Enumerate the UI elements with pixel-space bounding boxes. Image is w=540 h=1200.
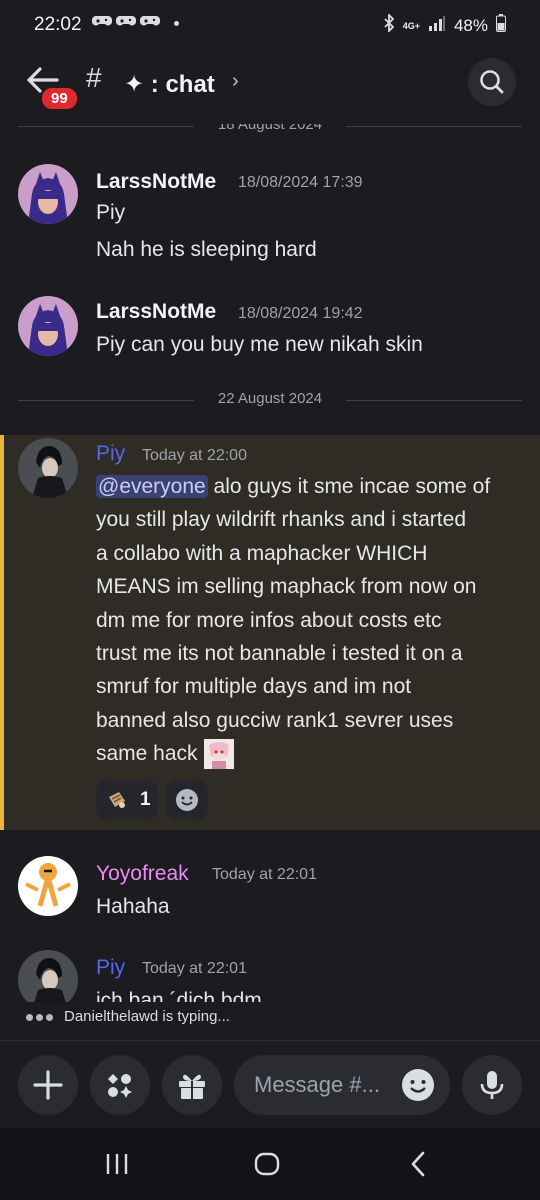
hash-icon: # <box>86 62 102 93</box>
avatar[interactable] <box>18 296 78 356</box>
message-author[interactable]: Yoyofreak <box>96 862 189 886</box>
mention-highlight-bar <box>0 435 4 830</box>
gift-button[interactable] <box>162 1055 222 1115</box>
game-controller-icon <box>92 14 112 33</box>
back-nav-icon[interactable] <box>404 1149 434 1179</box>
message-timestamp: 18/08/2024 17:39 <box>238 174 363 191</box>
home-icon[interactable] <box>252 1149 282 1179</box>
bluetooth-icon <box>383 12 395 37</box>
message-content: Piy Nah he is sleeping hard <box>96 201 317 262</box>
status-time: 22:02 <box>34 14 82 35</box>
message-author[interactable]: Piy <box>96 442 125 466</box>
channel-title[interactable]: ✦ : chat <box>124 70 215 99</box>
message-timestamp: Today at 22:00 <box>142 447 247 464</box>
emoji-icon[interactable] <box>400 1067 436 1103</box>
apps-button[interactable] <box>90 1055 150 1115</box>
typing-text: Danielthelawd is typing... <box>64 1008 230 1025</box>
system-status-icons: 4G+ 48% <box>383 12 506 37</box>
custom-emoji <box>203 738 234 769</box>
attach-button[interactable] <box>18 1055 78 1115</box>
message-input[interactable]: Message #... <box>234 1055 450 1115</box>
game-controller-icon <box>116 14 136 33</box>
date-divider: 22 August 2024 <box>18 390 522 410</box>
message-content: Hahaha <box>96 895 170 918</box>
message-content: ich ban ´dich bdm <box>96 989 262 1002</box>
typing-dots-icon <box>26 1008 56 1025</box>
voice-message-button[interactable] <box>462 1055 522 1115</box>
unread-badge: 99 <box>40 86 79 111</box>
android-nav-bar <box>0 1128 540 1200</box>
search-icon <box>480 70 504 94</box>
avatar[interactable] <box>18 950 78 1002</box>
channel-header: 99 # ✦ : chat › <box>0 50 540 124</box>
message-timestamp: Today at 22:01 <box>142 960 247 977</box>
message-input-placeholder: Message #... <box>254 1072 380 1097</box>
emoji-smile-icon <box>176 789 198 811</box>
search-button[interactable] <box>468 58 516 106</box>
reaction-pill[interactable]: 1 <box>96 780 158 820</box>
recent-apps-icon[interactable] <box>102 1149 132 1179</box>
message-content: Piy can you buy me new nikah skin <box>96 333 423 356</box>
notification-icons <box>92 14 179 33</box>
message-author[interactable]: Piy <box>96 956 125 980</box>
message-content: @everyone alo guys it sme incae some of … <box>96 470 536 771</box>
avatar[interactable] <box>18 856 78 916</box>
message-author[interactable]: LarssNotMe <box>96 170 216 194</box>
message-list[interactable]: 18 August 2024 LarssNotMe 18/08/2024 17:… <box>0 124 540 1002</box>
battery-percent: 48% <box>453 15 488 35</box>
signal-icon <box>428 15 446 36</box>
avatar[interactable] <box>18 164 78 224</box>
reaction-emoji-icon <box>106 789 128 811</box>
add-reaction-button[interactable] <box>166 780 208 820</box>
date-divider-label: 22 August 2024 <box>217 390 323 407</box>
plus-icon <box>33 1070 63 1100</box>
reaction-count: 1 <box>140 789 151 810</box>
game-controller-icon <box>140 14 160 33</box>
network-type-label: 4G+ <box>402 20 420 31</box>
avatar[interactable] <box>18 438 78 498</box>
microphone-icon <box>480 1071 504 1099</box>
apps-icon <box>108 1074 132 1098</box>
status-bar: 22:02 4G+ 48% <box>0 0 540 50</box>
battery-icon <box>496 14 506 37</box>
message-timestamp: Today at 22:01 <box>212 866 317 883</box>
dot-icon <box>174 21 179 26</box>
message-timestamp: 18/08/2024 19:42 <box>238 305 363 322</box>
mention-everyone[interactable]: @everyone <box>96 475 208 498</box>
typing-indicator: Danielthelawd is typing... <box>26 1008 230 1025</box>
message-author[interactable]: LarssNotMe <box>96 300 216 324</box>
date-divider: 18 August 2024 <box>18 124 522 136</box>
gift-icon <box>179 1074 205 1099</box>
chevron-right-icon[interactable]: › <box>232 70 239 93</box>
composer-bar: Message #... <box>0 1040 540 1128</box>
